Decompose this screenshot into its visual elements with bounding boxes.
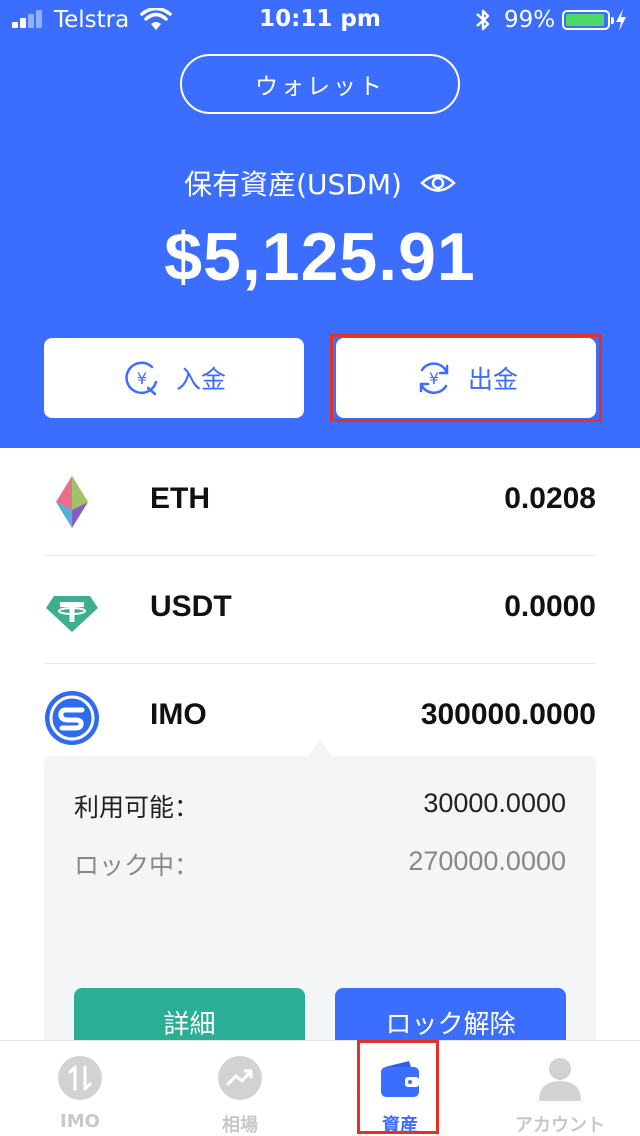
deposit-yen-icon: ¥	[125, 361, 158, 396]
asset-amount: 0.0000	[504, 590, 596, 623]
available-row: 利用可能： 30000.0000	[74, 788, 566, 828]
locked-row: ロック中： 270000.0000	[74, 846, 566, 886]
tab-label: IMO	[60, 1111, 100, 1132]
tab-market[interactable]: 相場	[160, 1041, 320, 1136]
total-balance: $5,125.91	[164, 219, 476, 295]
deposit-button[interactable]: ¥ 入金	[44, 338, 304, 418]
asset-amount: 0.0208	[504, 482, 596, 515]
tab-bar: IMO 相場 資産 アカウント	[0, 1040, 640, 1136]
panel-caret	[308, 740, 332, 756]
locked-value: 270000.0000	[408, 846, 566, 876]
battery-icon	[562, 10, 614, 30]
header: Telstra 10:11 pm 99% ウォレット 保有資産(USDM) $5…	[0, 0, 640, 448]
available-label: 利用可能：	[74, 793, 200, 822]
imo-detail-panel: 利用可能： 30000.0000 ロック中： 270000.0000 詳細 ロッ…	[44, 756, 596, 1056]
tab-label: 資産	[382, 1115, 418, 1136]
imo-icon	[45, 691, 99, 745]
tab-label: アカウント	[515, 1115, 605, 1136]
tab-assets[interactable]: 資産	[320, 1041, 480, 1136]
asset-name: USDT	[150, 590, 232, 623]
ethereum-icon	[56, 476, 88, 528]
withdraw-yen-icon: ¥	[419, 362, 449, 394]
status-bar: Telstra 10:11 pm 99%	[0, 0, 640, 40]
withdraw-button[interactable]: ¥ 出金	[336, 338, 596, 418]
available-value: 30000.0000	[423, 788, 566, 818]
svg-text:¥: ¥	[429, 369, 439, 388]
asset-name: IMO	[150, 698, 207, 731]
holdings-row: 保有資産(USDM)	[0, 163, 640, 203]
transfer-icon	[58, 1056, 102, 1100]
asset-amount: 300000.0000	[420, 698, 596, 731]
user-icon	[539, 1058, 581, 1101]
asset-row-usdt[interactable]: USDT 0.0000	[44, 556, 596, 664]
wallet-icon	[381, 1061, 419, 1097]
withdraw-label: 出金	[467, 365, 518, 394]
battery-percent: 99%	[504, 7, 556, 33]
trend-icon	[218, 1056, 262, 1100]
bluetooth-icon	[476, 9, 490, 31]
asset-row-eth[interactable]: ETH 0.0208	[44, 448, 596, 556]
tab-imo[interactable]: IMO	[0, 1041, 160, 1136]
wallet-button[interactable]: ウォレット	[180, 54, 460, 114]
tether-icon	[46, 596, 98, 632]
deposit-label: 入金	[175, 365, 226, 394]
holdings-label: 保有資産(USDM)	[184, 168, 402, 201]
svg-text:¥: ¥	[137, 369, 147, 388]
tab-account[interactable]: アカウント	[480, 1041, 640, 1136]
charging-icon	[616, 9, 626, 31]
asset-name: ETH	[150, 482, 210, 515]
tab-label: 相場	[222, 1115, 258, 1136]
eye-icon[interactable]	[420, 170, 456, 196]
locked-label: ロック中：	[74, 851, 200, 880]
